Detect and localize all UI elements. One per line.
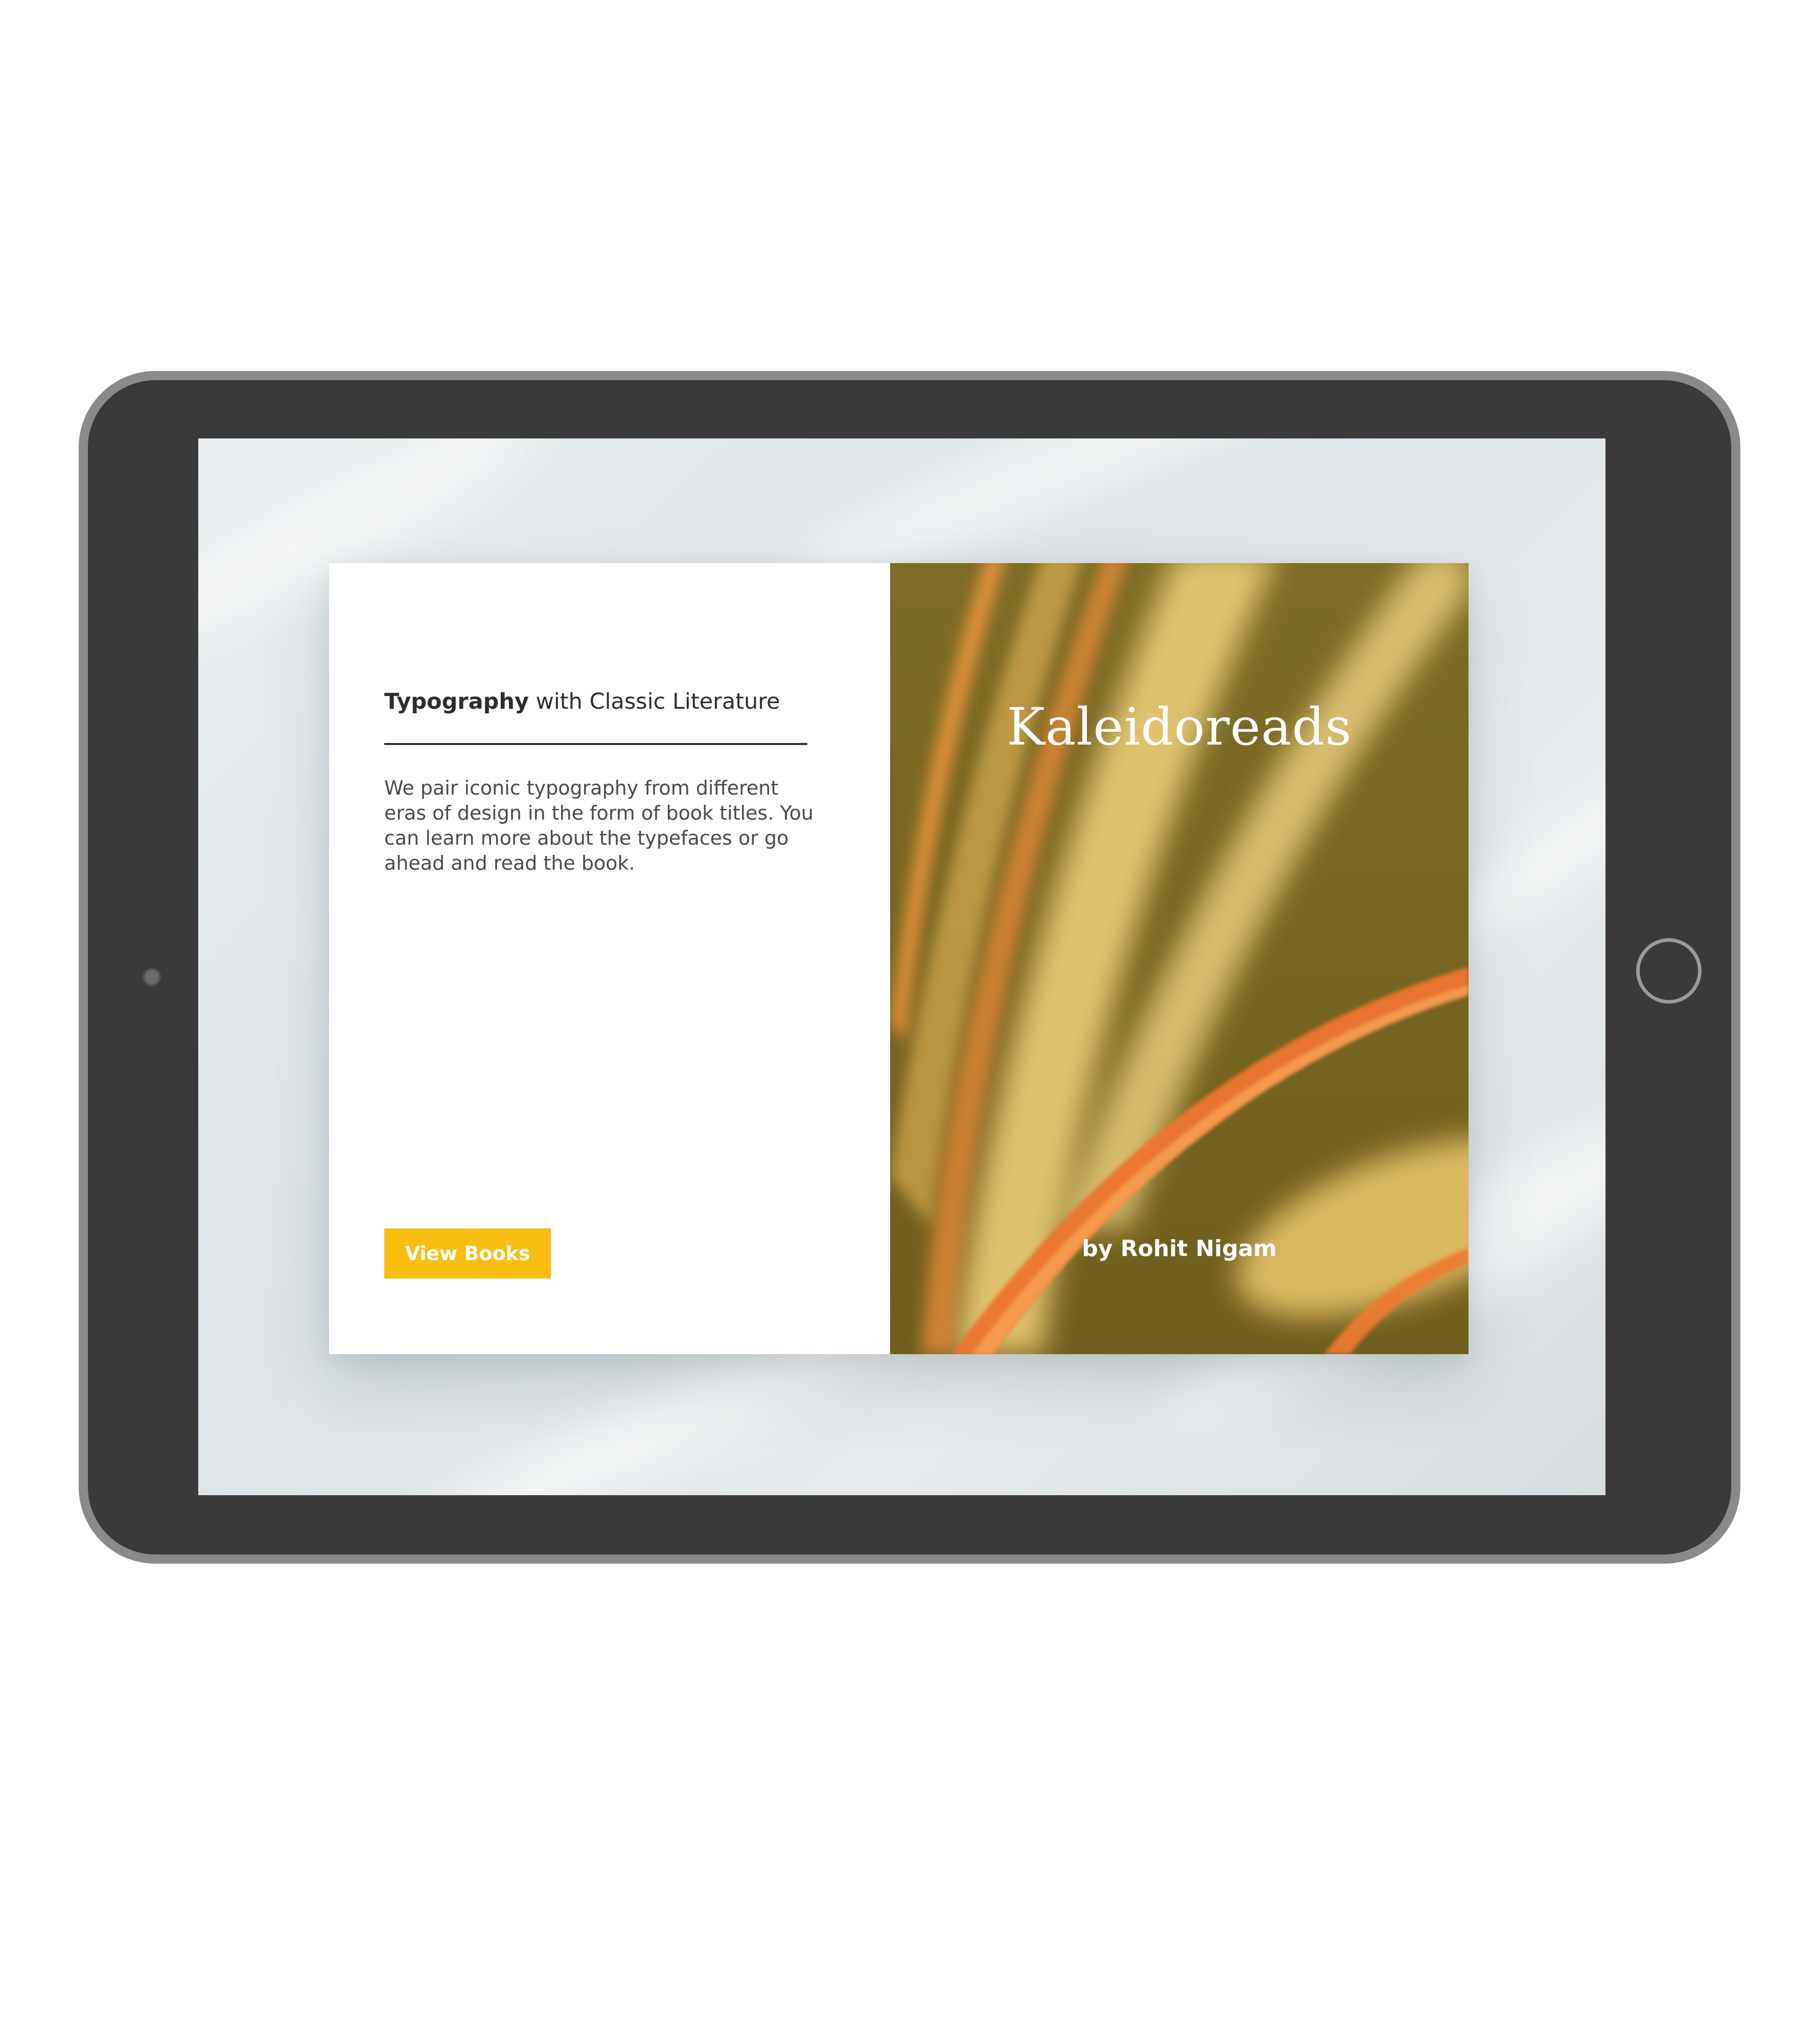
intro-headline: Typography with Classic Literature [384, 689, 780, 714]
headline-rest: with Classic Literature [529, 689, 780, 714]
book-cover[interactable]: Kaleidoreads by Rohit Nigam [890, 563, 1469, 1354]
book-title: Kaleidoreads [1007, 697, 1352, 757]
book-spread: Typography with Classic Literature We pa… [329, 563, 1469, 1354]
book-author: by Rohit Nigam [1082, 1236, 1277, 1262]
headline-divider [384, 743, 807, 745]
headline-bold: Typography [384, 689, 529, 714]
camera-dot [143, 968, 161, 986]
intro-page: Typography with Classic Literature We pa… [329, 563, 890, 1354]
home-button[interactable] [1636, 938, 1702, 1004]
view-books-button[interactable]: View Books [384, 1228, 551, 1279]
intro-description: We pair iconic typography from different… [384, 777, 814, 874]
tablet-screen: Typography with Classic Literature We pa… [198, 438, 1605, 1495]
